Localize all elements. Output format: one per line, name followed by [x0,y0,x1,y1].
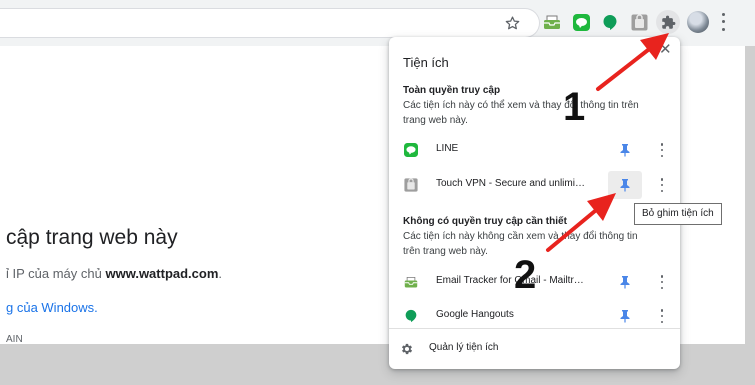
annotation-arrows [546,33,669,252]
annotation-arrow-2 [546,193,616,252]
annotation-arrow-1 [596,33,669,91]
